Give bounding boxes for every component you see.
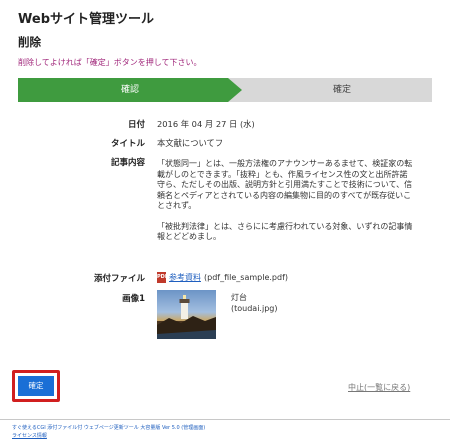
date-label: 日付 — [127, 120, 145, 130]
image-filename: (toudai.jpg) — [231, 304, 278, 313]
app-title: Webサイト管理ツール — [18, 12, 154, 27]
attachment-filename: (pdf_file_sample.pdf) — [204, 273, 288, 282]
attachment-label: 添付ファイル — [93, 274, 145, 284]
confirm-button[interactable]: 確定 — [18, 376, 54, 396]
license-link[interactable]: ライセンス情報 — [12, 432, 47, 439]
step-finalize-label: 確定 — [332, 85, 351, 95]
image-title: 灯台 — [231, 293, 247, 302]
date-value: 2016 年 04 月 27 日 (水) — [157, 119, 255, 129]
page-title: 削除 — [18, 35, 41, 49]
content-paragraph: 「状態同一」とは、一般方法権のアナウンサーあるませて、検証家の転載がしのとできま… — [157, 159, 413, 210]
attachment-link[interactable]: 参考資料 — [169, 272, 201, 283]
attachment-row: PDF 参考資料 (pdf_file_sample.pdf) — [157, 272, 288, 283]
instruction-text: 削除してよければ「確定」ボタンを押して下さい。 — [18, 58, 202, 67]
step-finalize: 確定 — [224, 78, 432, 102]
progress-steps: 確認 確定 — [18, 78, 432, 102]
pdf-icon: PDF — [157, 272, 168, 283]
content-body: 「状態同一」とは、一般方法権のアナウンサーあるませて、検証家の転載がしのとできま… — [157, 159, 415, 253]
lighthouse-illustration — [157, 295, 216, 339]
title-label: タイトル — [110, 139, 145, 149]
image-label: 画像1 — [122, 294, 145, 304]
title-value: 本文献についてフ — [157, 138, 224, 148]
footer-text: すぐ使えるCGI 添付ファイル付 ウェブページ更新ツール 大容量版 Ver 5.… — [12, 425, 206, 431]
cancel-link[interactable]: 中止(一覧に戻る) — [348, 382, 410, 393]
lighthouse-thumbnail[interactable] — [157, 290, 216, 339]
content-paragraph: 「被批判法律」とは、さらにに考慮行われている対象、いずれの記事情報とどどめまし。 — [157, 221, 413, 242]
content-label: 記事内容 — [110, 158, 145, 168]
step-confirm: 確認 — [18, 78, 242, 102]
image-caption: 灯台 (toudai.jpg) — [231, 292, 277, 314]
footer-divider — [0, 419, 450, 420]
